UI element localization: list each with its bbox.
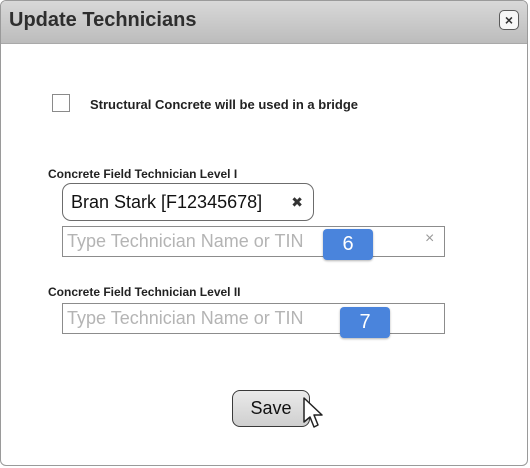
update-technicians-dialog: Update Technicians × Structural Concrete…: [0, 0, 528, 466]
dialog-titlebar: Update Technicians ×: [1, 1, 527, 44]
level1-technician-input[interactable]: [62, 226, 445, 257]
level1-label: Concrete Field Technician Level I: [48, 167, 238, 181]
save-button[interactable]: Save: [232, 390, 310, 427]
selected-technician-tag: Bran Stark [F12345678] ✖: [62, 183, 314, 221]
dialog-title: Update Technicians: [9, 9, 197, 31]
step-badge-7: 7: [340, 307, 390, 338]
pointer-cursor-icon: [303, 397, 323, 428]
close-icon[interactable]: ×: [499, 10, 519, 30]
tag-text: Bran Stark [F12345678]: [71, 192, 263, 212]
clear-icon[interactable]: ×: [425, 230, 434, 248]
step-badge-6: 6: [323, 229, 373, 260]
level2-label: Concrete Field Technician Level II: [48, 285, 241, 299]
bridge-checkbox-label: Structural Concrete will be used in a br…: [90, 97, 358, 112]
remove-icon[interactable]: ✖: [291, 194, 303, 211]
bridge-checkbox[interactable]: [52, 94, 70, 112]
